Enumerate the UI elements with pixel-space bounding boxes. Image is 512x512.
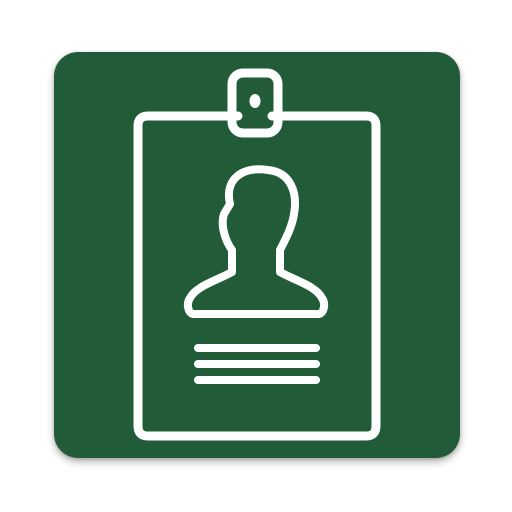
badge-clip-hole bbox=[249, 94, 261, 108]
icon-background bbox=[54, 52, 460, 458]
id-badge-icon bbox=[54, 52, 460, 458]
id-badge-app-icon[interactable] bbox=[54, 52, 460, 458]
